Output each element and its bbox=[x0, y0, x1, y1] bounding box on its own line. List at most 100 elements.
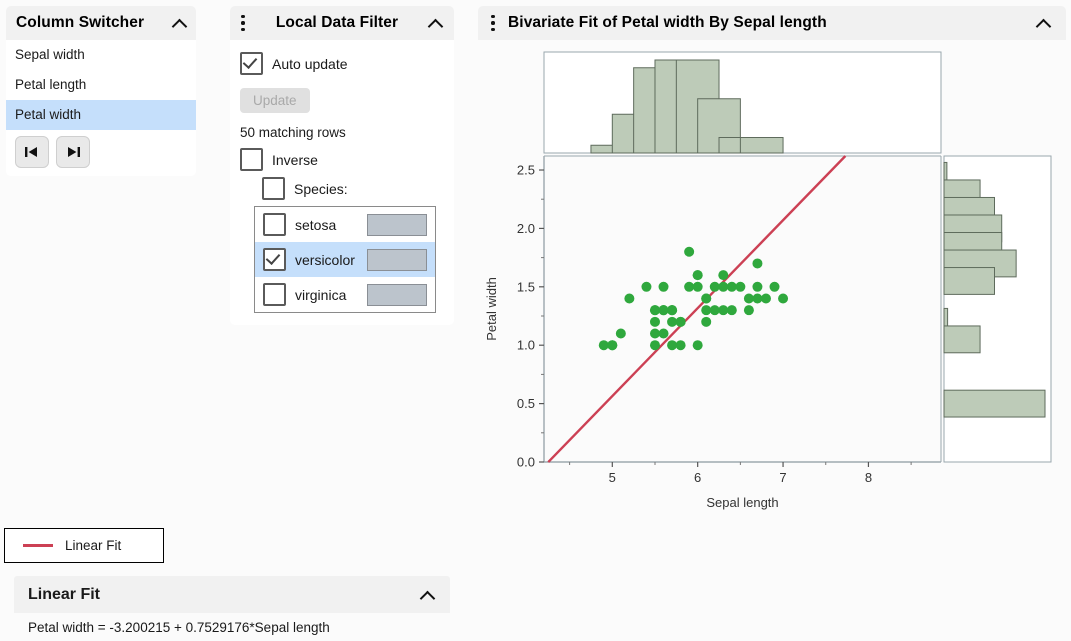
species-checkbox-setosa[interactable] bbox=[263, 213, 286, 236]
scatter-point bbox=[650, 317, 660, 327]
scatter-point bbox=[735, 282, 745, 292]
scatter-point bbox=[752, 293, 762, 303]
skip-to-last-icon bbox=[64, 145, 82, 159]
scatter-point bbox=[752, 258, 762, 268]
scatter-point bbox=[718, 305, 728, 315]
scatter-point bbox=[701, 293, 711, 303]
local-data-filter-title: Local Data Filter bbox=[250, 14, 424, 32]
scatter-point bbox=[667, 340, 677, 350]
scatter-point bbox=[659, 305, 669, 315]
species-label: versicolor bbox=[295, 252, 358, 268]
scatter-point bbox=[710, 282, 720, 292]
chevron-up-icon[interactable] bbox=[172, 15, 188, 31]
scatter-point bbox=[710, 305, 720, 315]
scatter-point bbox=[770, 282, 780, 292]
species-label: setosa bbox=[295, 217, 358, 233]
scatter-point bbox=[676, 340, 686, 350]
bivariate-plot-svg: 0.00.51.01.52.02.55678Sepal lengthPetal … bbox=[478, 40, 1066, 520]
species-color-swatch bbox=[367, 249, 427, 271]
scatter-point bbox=[727, 305, 737, 315]
chevron-up-icon[interactable] bbox=[1036, 15, 1052, 31]
species-group-checkbox[interactable] bbox=[262, 177, 285, 200]
inverse-checkbox[interactable] bbox=[240, 148, 263, 171]
column-switcher-list: Sepal width Petal length Petal width bbox=[6, 40, 196, 130]
linear-fit-line bbox=[548, 156, 845, 462]
x-tick-label: 5 bbox=[609, 470, 616, 485]
species-color-swatch bbox=[367, 284, 427, 306]
species-label: virginica bbox=[295, 287, 358, 303]
scatter-point bbox=[676, 317, 686, 327]
scatter-point bbox=[684, 282, 694, 292]
scatter-point bbox=[659, 329, 669, 339]
local-data-filter-body: Auto update Update 50 matching rows Inve… bbox=[230, 40, 454, 325]
scatter-point bbox=[616, 329, 626, 339]
species-list-item[interactable]: setosa bbox=[255, 207, 435, 242]
right-histogram-bar bbox=[944, 390, 1045, 417]
bivariate-fit-panel: Bivariate Fit of Petal width By Sepal le… bbox=[478, 6, 1066, 520]
scatter-point bbox=[701, 305, 711, 315]
chevron-up-icon[interactable] bbox=[420, 587, 436, 603]
linear-fit-legend-label: Linear Fit bbox=[65, 538, 121, 553]
kebab-menu-icon[interactable] bbox=[486, 13, 500, 33]
x-tick-label: 7 bbox=[779, 470, 786, 485]
y-tick-label: 0.5 bbox=[517, 396, 535, 411]
skip-to-last-button[interactable] bbox=[56, 136, 90, 168]
scatter-point bbox=[693, 270, 703, 280]
linear-fit-equation: Petal width = -3.200215 + 0.7529176*Sepa… bbox=[14, 613, 450, 635]
column-switcher-title: Column Switcher bbox=[16, 14, 172, 32]
bivariate-fit-header[interactable]: Bivariate Fit of Petal width By Sepal le… bbox=[478, 6, 1066, 40]
species-list: setosa versicolor virginica bbox=[254, 206, 436, 313]
linear-fit-title: Linear Fit bbox=[28, 586, 420, 604]
scatter-point bbox=[778, 293, 788, 303]
column-switcher-header[interactable]: Column Switcher bbox=[6, 6, 196, 40]
skip-to-first-button[interactable] bbox=[15, 136, 49, 168]
auto-update-checkbox[interactable] bbox=[240, 52, 263, 75]
species-group-row[interactable]: Species: bbox=[262, 177, 444, 200]
scatter-point bbox=[684, 247, 694, 257]
x-tick-label: 6 bbox=[694, 470, 701, 485]
local-data-filter-header[interactable]: Local Data Filter bbox=[230, 6, 454, 40]
column-switcher-item[interactable]: Sepal width bbox=[6, 40, 196, 70]
scatter-point bbox=[667, 317, 677, 327]
scatter-point bbox=[650, 305, 660, 315]
scatter-point bbox=[599, 340, 609, 350]
species-list-item[interactable]: virginica bbox=[255, 277, 435, 312]
column-switcher-panel: Column Switcher Sepal width Petal length… bbox=[6, 6, 196, 176]
scatter-point bbox=[744, 293, 754, 303]
scatter-point bbox=[744, 305, 754, 315]
update-button[interactable]: Update bbox=[240, 88, 310, 113]
x-axis-title: Sepal length bbox=[706, 495, 778, 510]
scatter-point bbox=[607, 340, 617, 350]
species-checkbox-virginica[interactable] bbox=[263, 283, 286, 306]
skip-to-first-icon bbox=[23, 145, 41, 159]
y-tick-label: 1.0 bbox=[517, 338, 535, 353]
species-list-item-selected[interactable]: versicolor bbox=[255, 242, 435, 277]
inverse-row[interactable]: Inverse bbox=[240, 148, 444, 171]
kebab-menu-icon[interactable] bbox=[236, 13, 250, 33]
y-tick-label: 2.0 bbox=[517, 221, 535, 236]
auto-update-row[interactable]: Auto update bbox=[240, 52, 444, 75]
species-color-swatch bbox=[367, 214, 427, 236]
scatter-point bbox=[761, 293, 771, 303]
linear-fit-header[interactable]: Linear Fit bbox=[14, 576, 450, 613]
chevron-up-icon[interactable] bbox=[428, 15, 444, 31]
scatter-point bbox=[727, 282, 737, 292]
linear-fit-panel: Linear Fit Petal width = -3.200215 + 0.7… bbox=[14, 576, 450, 635]
bivariate-fit-title: Bivariate Fit of Petal width By Sepal le… bbox=[508, 14, 1036, 32]
top-histogram-bar bbox=[740, 138, 783, 154]
x-tick-label: 8 bbox=[865, 470, 872, 485]
species-group-label: Species: bbox=[294, 181, 348, 197]
y-tick-label: 1.5 bbox=[517, 279, 535, 294]
chart-legend[interactable]: Linear Fit bbox=[4, 528, 164, 563]
local-data-filter-panel: Local Data Filter Auto update Update 50 … bbox=[230, 6, 454, 325]
scatter-point bbox=[693, 282, 703, 292]
auto-update-label: Auto update bbox=[272, 56, 348, 72]
right-histogram-bar bbox=[944, 326, 980, 353]
species-checkbox-versicolor[interactable] bbox=[263, 248, 286, 271]
column-switcher-item[interactable]: Petal length bbox=[6, 70, 196, 100]
column-switcher-nav bbox=[6, 130, 196, 176]
linear-fit-legend-swatch bbox=[23, 544, 53, 547]
scatter-point bbox=[667, 305, 677, 315]
column-switcher-item-selected[interactable]: Petal width bbox=[6, 100, 196, 130]
scatter-point bbox=[701, 317, 711, 327]
